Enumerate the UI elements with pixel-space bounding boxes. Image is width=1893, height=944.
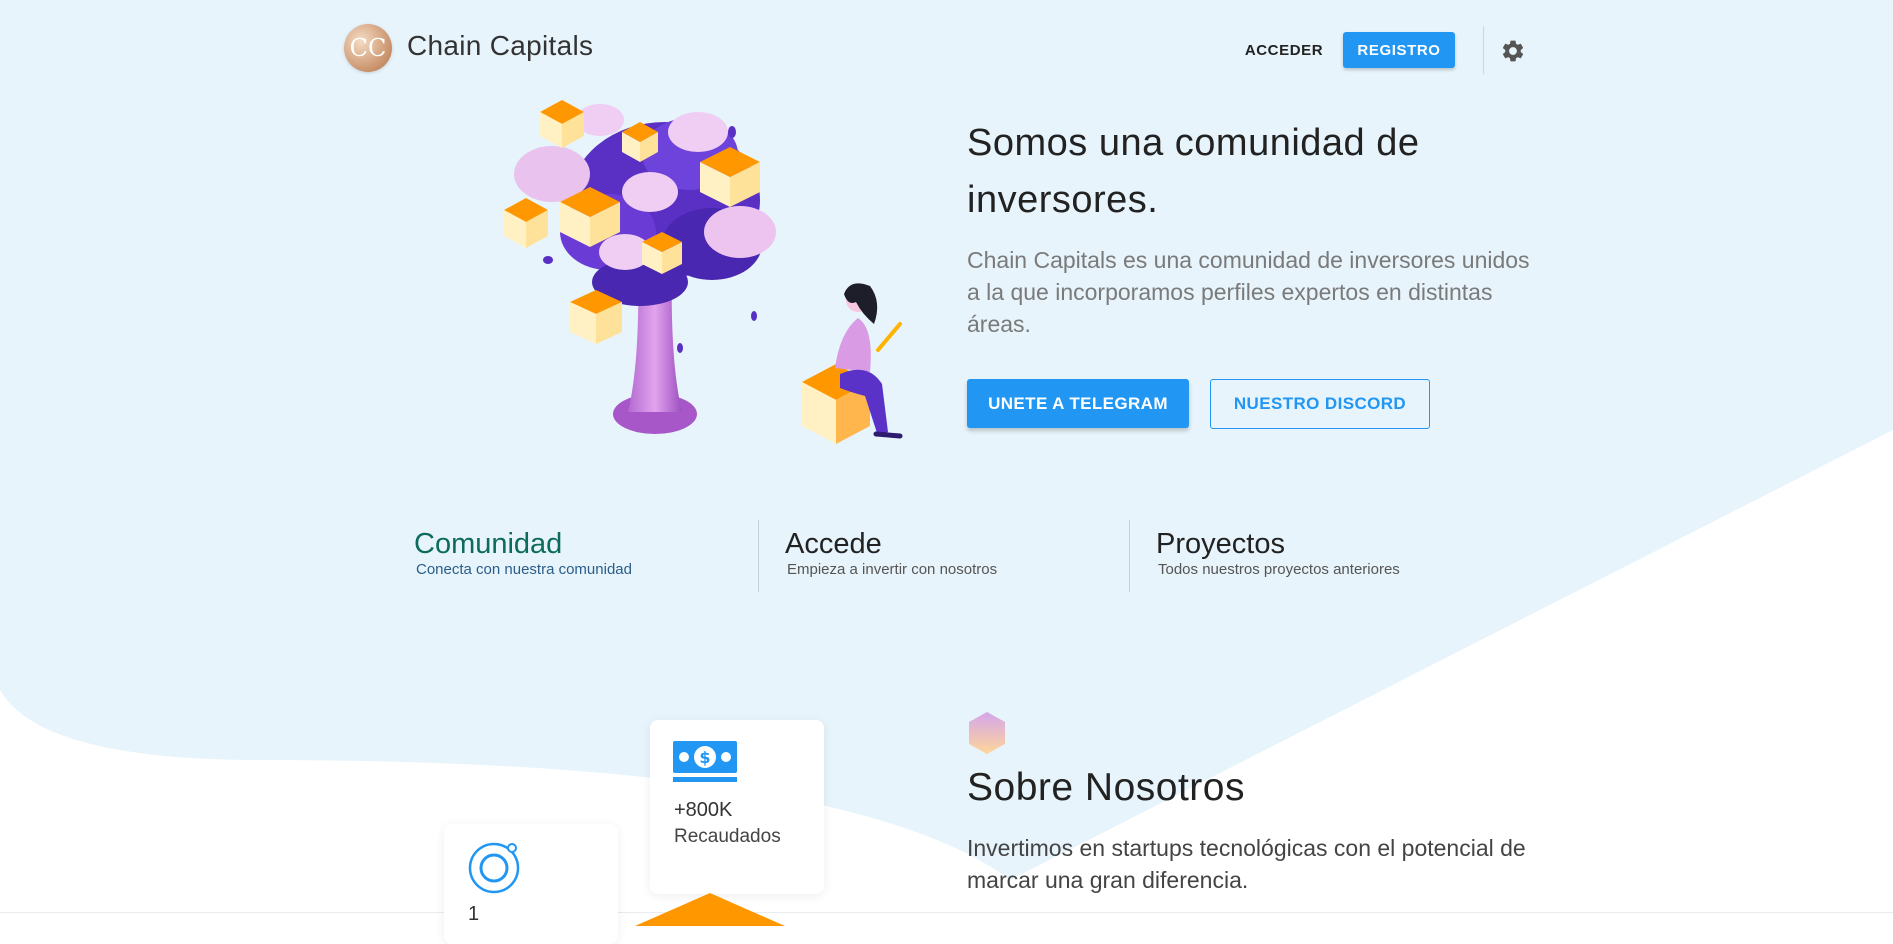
feature-divider (758, 520, 759, 592)
stat-card-projects: 1 (444, 824, 618, 944)
svg-text:$: $ (699, 748, 710, 767)
feature-comunidad[interactable]: Comunidad Conecta con nuestra comunidad (414, 526, 632, 596)
stat-card-raised: $ +800K Recaudados (650, 720, 824, 894)
hero-title: Somos una comunidad de inversores. (967, 122, 1420, 221)
feature-subtitle: Conecta con nuestra comunidad (416, 561, 632, 578)
nav-divider (1483, 26, 1484, 74)
stat-label: Recaudados (674, 826, 781, 847)
login-button[interactable]: ACCEDER (1236, 33, 1332, 67)
section-divider (0, 912, 1893, 913)
brand-logo[interactable]: CC (344, 24, 392, 72)
orange-shape (635, 893, 785, 926)
gear-icon[interactable] (1500, 38, 1526, 64)
feature-title: Comunidad (414, 528, 563, 560)
ring-icon (468, 842, 520, 894)
brand-name[interactable]: Chain Capitals (407, 30, 593, 62)
top-navbar: CC Chain Capitals ACCEDER REGISTRO (0, 0, 1893, 100)
feature-title: Proyectos (1156, 528, 1285, 560)
hero-background (0, 0, 1893, 880)
about-title: Sobre Nosotros (967, 766, 1245, 809)
stat-value: +800K (674, 799, 733, 821)
feature-title: Accede (785, 528, 882, 560)
feature-proyectos[interactable]: Proyectos Todos nuestros proyectos anter… (1156, 526, 1400, 596)
join-telegram-button[interactable]: UNETE A TELEGRAM (967, 379, 1189, 428)
hero-description: Chain Capitals es una comunidad de inver… (967, 247, 1530, 337)
investment-tree-illustration (504, 100, 903, 444)
register-button[interactable]: REGISTRO (1343, 32, 1455, 68)
feature-accede[interactable]: Accede Empieza a invertir con nosotros (785, 526, 997, 596)
about-description: Invertimos en startups tecnológicas con … (967, 835, 1526, 893)
money-icon: $ (673, 741, 737, 782)
hexagon-icon (969, 712, 1005, 754)
stat-value: 1 (468, 903, 480, 925)
discord-button[interactable]: NUESTRO DISCORD (1210, 379, 1430, 429)
feature-divider (1129, 520, 1130, 592)
feature-subtitle: Todos nuestros proyectos anteriores (1158, 561, 1400, 578)
feature-subtitle: Empieza a invertir con nosotros (787, 561, 998, 578)
